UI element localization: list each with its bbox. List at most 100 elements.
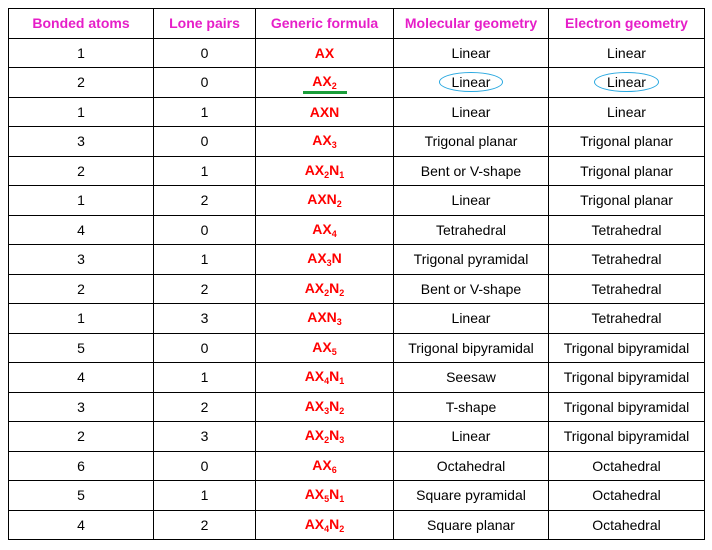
formula-text: AX	[304, 515, 325, 532]
molecular-geometry-cell: Trigonal planar	[393, 126, 549, 157]
bonded-atoms-cell: 4	[8, 214, 154, 245]
formula-text: AX	[307, 250, 327, 267]
molecular-geometry-cell: Linear	[393, 67, 549, 98]
highlight-circle: Linear	[438, 72, 504, 93]
generic-formula-cell: AX2N3	[255, 421, 394, 452]
lone-pairs-cell: 0	[153, 37, 256, 68]
electron-geometry-cell: Trigonal planar	[548, 126, 705, 157]
formula-text: AXN	[309, 103, 340, 120]
molecular-geometry-cell: Trigonal pyramidal	[393, 244, 549, 275]
formula-subscript: 1	[339, 169, 345, 180]
formula-text: AX	[304, 486, 325, 503]
table-row: 3 2 AX3N2 T-shape Trigonal bipyramidal	[8, 391, 705, 422]
molecular-geometry-cell: Square pyramidal	[393, 480, 549, 511]
bonded-atoms-cell: 6	[8, 450, 154, 481]
bonded-atoms-cell: 1	[8, 37, 154, 68]
bonded-atoms-cell: 3	[8, 391, 154, 422]
table-row: 1 3 AXN3 Linear Tetrahedral	[8, 303, 705, 334]
bonded-atoms-cell: 5	[8, 480, 154, 511]
generic-formula-cell: AX4N2	[255, 509, 394, 540]
electron-geometry-cell: Octahedral	[548, 450, 705, 481]
formula-subscript: 2	[339, 287, 345, 298]
bonded-atoms-cell: 1	[8, 185, 154, 216]
formula-subscript: 2	[339, 523, 345, 534]
table-row: 2 0 AX2 Linear Linear	[8, 67, 705, 98]
electron-geometry-cell: Tetrahedral	[548, 244, 705, 275]
generic-formula-cell: AX6	[255, 450, 394, 481]
table-row: 1 2 AXN2 Linear Trigonal planar	[8, 185, 705, 216]
bonded-atoms-cell: 2	[8, 421, 154, 452]
generic-formula-cell: AX3N2	[255, 391, 394, 422]
electron-geometry-cell: Tetrahedral	[548, 273, 705, 304]
formula-text: N	[329, 368, 340, 385]
lone-pairs-cell: 2	[153, 273, 256, 304]
generic-formula-cell: AX3N	[255, 244, 394, 275]
bonded-atoms-cell: 2	[8, 67, 154, 98]
electron-geometry-cell: Linear	[548, 96, 705, 127]
electron-geometry-cell: Tetrahedral	[548, 303, 705, 334]
lone-pairs-cell: 2	[153, 185, 256, 216]
lone-pairs-cell: 3	[153, 421, 256, 452]
molecular-geometry-cell: Trigonal bipyramidal	[393, 332, 549, 363]
generic-formula-cell: AXN2	[255, 185, 394, 216]
formula-text: N	[331, 250, 342, 267]
header-electron-geometry: Electron geometry	[548, 8, 705, 39]
molecular-geometry-cell: Tetrahedral	[393, 214, 549, 245]
lone-pairs-cell: 0	[153, 126, 256, 157]
formula-subscript: 4	[331, 228, 337, 239]
formula-text: AX	[312, 220, 332, 237]
molecular-geometry-cell: Linear	[393, 303, 549, 334]
lone-pairs-cell: 0	[153, 214, 256, 245]
generic-formula-cell: AXN3	[255, 303, 394, 334]
electron-geometry-cell: Tetrahedral	[548, 214, 705, 245]
formula-text: N	[329, 515, 340, 532]
generic-formula-cell: AX2N1	[255, 155, 394, 186]
formula-subscript: 6	[331, 464, 337, 475]
formula-text: AX	[312, 456, 332, 473]
table-row: 2 1 AX2N1 Bent or V-shape Trigonal planar	[8, 155, 705, 186]
table-row: 3 1 AX3N Trigonal pyramidal Tetrahedral	[8, 244, 705, 275]
generic-formula-cell: AX3	[255, 126, 394, 157]
generic-formula-cell: AX2	[255, 67, 394, 98]
formula-subscript: 3	[339, 435, 345, 446]
molecular-geometry-cell: T-shape	[393, 391, 549, 422]
bonded-atoms-cell: 1	[8, 96, 154, 127]
lone-pairs-cell: 0	[153, 332, 256, 363]
lone-pairs-cell: 1	[153, 362, 256, 393]
header-bonded-atoms: Bonded atoms	[8, 8, 154, 39]
bonded-atoms-cell: 3	[8, 244, 154, 275]
electron-geometry-cell: Linear	[548, 37, 705, 68]
electron-geometry-cell: Trigonal bipyramidal	[548, 332, 705, 363]
generic-formula-cell: AXN	[255, 96, 394, 127]
formula-subscript: 5	[331, 346, 337, 357]
electron-geometry-cell: Trigonal planar	[548, 155, 705, 186]
header-row: Bonded atoms Lone pairs Generic formula …	[8, 8, 705, 39]
generic-formula-cell: AX	[255, 37, 394, 68]
formula-text: N	[329, 397, 340, 414]
molecular-geometry-cell: Square planar	[393, 509, 549, 540]
formula-text: N	[329, 279, 340, 296]
green-underline	[302, 90, 347, 94]
electron-geometry-cell: Octahedral	[548, 480, 705, 511]
bonded-atoms-cell: 2	[8, 155, 154, 186]
table-row: 4 0 AX4 Tetrahedral Tetrahedral	[8, 214, 705, 245]
molecular-geometry-cell: Linear	[393, 96, 549, 127]
formula-text: N	[329, 161, 340, 178]
formula-text: AX	[304, 279, 325, 296]
lone-pairs-cell: 1	[153, 480, 256, 511]
generic-formula-cell: AX5	[255, 332, 394, 363]
table-row: 5 0 AX5 Trigonal bipyramidal Trigonal bipyra…	[8, 332, 705, 363]
formula-subscript: 3	[331, 140, 337, 151]
electron-geometry-cell: Trigonal bipyramidal	[548, 391, 705, 422]
electron-geometry-cell: Trigonal bipyramidal	[548, 421, 705, 452]
electron-geometry-cell: Octahedral	[548, 509, 705, 540]
lone-pairs-cell: 2	[153, 509, 256, 540]
bonded-atoms-cell: 3	[8, 126, 154, 157]
lone-pairs-cell: 0	[153, 67, 256, 98]
formula-text: AX	[314, 44, 335, 61]
lone-pairs-cell: 2	[153, 391, 256, 422]
electron-geometry-cell: Trigonal bipyramidal	[548, 362, 705, 393]
table-row: 3 0 AX3 Trigonal planar Trigonal planar	[8, 126, 705, 157]
molecular-geometry-cell: Bent or V-shape	[393, 155, 549, 186]
formula-subscript: 2	[339, 405, 345, 416]
